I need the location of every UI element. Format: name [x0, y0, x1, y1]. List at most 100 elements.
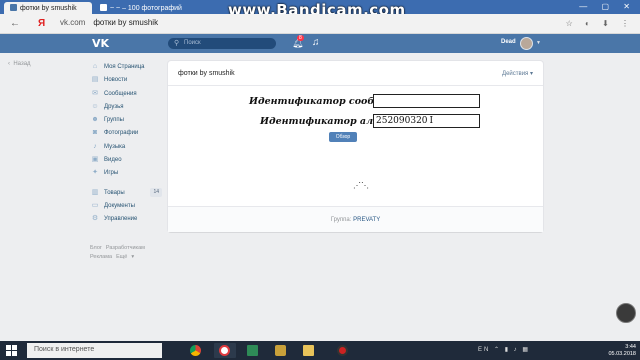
- menu-item-music[interactable]: ♪ Музыка: [90, 142, 162, 155]
- yandex-browser-icon[interactable]: [214, 343, 236, 358]
- vk-favicon-icon: [100, 4, 107, 11]
- back-arrow-icon[interactable]: ←: [10, 18, 20, 29]
- system-tray-icons[interactable]: EN ⌃ ▮ ♪ ▦: [478, 346, 530, 353]
- actions-label: Действия: [502, 71, 529, 77]
- notification-badge: 8: [297, 35, 304, 41]
- record-icon[interactable]: [332, 343, 354, 358]
- footer-link-ads[interactable]: Реклама: [90, 254, 112, 260]
- menu-footer: Блог Разработчикам Реклама Ещё ▾: [90, 244, 164, 262]
- album-id-input[interactable]: 252090320 I: [373, 114, 480, 128]
- documents-icon: ▭: [91, 201, 99, 209]
- browser-tab-active[interactable]: фотки by smushik: [4, 2, 92, 14]
- goods-icon: ▥: [91, 188, 99, 196]
- menu-item-goods[interactable]: ▥ Товары 14: [90, 187, 162, 201]
- browser-tab[interactable]: ~ ~ – 100 фотографий: [94, 2, 186, 14]
- clock[interactable]: 3:44 05.03.2018: [608, 344, 636, 358]
- actions-dropdown[interactable]: Действия ▾: [502, 70, 533, 77]
- group-link[interactable]: PREVATY: [353, 217, 380, 223]
- chevron-down-icon: ▾: [131, 254, 135, 260]
- home-icon: ⌂: [92, 63, 98, 70]
- menu-item-friends[interactable]: ☺ Друзья: [90, 102, 162, 115]
- menu-label: Музыка: [104, 143, 126, 150]
- footer-link-blog[interactable]: Блог: [90, 245, 102, 251]
- footer-prefix: Группа:: [330, 217, 352, 223]
- language-indicator[interactable]: EN: [478, 347, 490, 353]
- menu-label: Группы: [104, 117, 124, 124]
- search-input[interactable]: ⚲ Поиск: [168, 38, 276, 49]
- url-domain: vk.com: [60, 18, 86, 27]
- card-header: фотки by smushik Действия ▾: [168, 61, 543, 86]
- menu-item-groups[interactable]: ☻ Группы: [90, 115, 162, 128]
- goods-count-badge: 14: [150, 187, 162, 197]
- menu-item-my-page[interactable]: ⌂ Моя Страница: [90, 62, 162, 75]
- clock-date: 05.03.2018: [608, 351, 636, 357]
- search-icon: ⚲: [174, 40, 180, 47]
- taskbar-search-input[interactable]: Поиск в интернете: [27, 343, 162, 358]
- news-icon: ▤: [91, 76, 99, 84]
- browse-button[interactable]: Обзор: [329, 132, 357, 142]
- clock-time: 3:44: [625, 344, 636, 350]
- friends-icon: ☺: [91, 102, 99, 110]
- app-title: фотки by smushik: [178, 70, 235, 77]
- menu-label: Фотографии: [104, 130, 139, 137]
- browser-toolbar-icons[interactable]: ☆ ◐ ⬇ ⋮: [566, 19, 634, 28]
- menu-item-news[interactable]: ▤ Новости: [90, 75, 162, 88]
- taskbar: Поиск в интернете EN ⌃ ▮ ♪ ▦ 3:44 05.03.…: [0, 341, 640, 360]
- app-card: фотки by smushik Действия ▾ Идентификато…: [168, 61, 543, 232]
- url-field[interactable]: vk.com фотки by smushik: [60, 18, 158, 27]
- footer-link-developers[interactable]: Разработчикам: [106, 245, 145, 251]
- yandex-icon[interactable]: Я: [38, 18, 45, 29]
- tab-title: ~ ~ – 100 фотографий: [110, 5, 182, 12]
- text-cursor-icon: I: [429, 116, 434, 126]
- menu-item-manage[interactable]: ⚙ Управление: [90, 214, 162, 227]
- menu-label: Управление: [104, 216, 138, 223]
- menu-label: Товары: [104, 189, 125, 196]
- menu-label: Документы: [104, 202, 135, 209]
- floating-chat-avatar[interactable]: [616, 303, 636, 323]
- music-icon[interactable]: ♫: [312, 37, 320, 48]
- menu-label: Игры: [104, 170, 119, 177]
- games-icon: ✦: [92, 169, 98, 177]
- windows-start-icon[interactable]: [6, 345, 17, 356]
- menu-label: Моя Страница: [104, 64, 145, 70]
- chevron-down-icon: ▾: [529, 71, 533, 77]
- groups-icon: ☻: [91, 116, 99, 124]
- username[interactable]: Dead: [501, 39, 516, 45]
- app-icon[interactable]: [270, 343, 292, 358]
- chevron-down-icon[interactable]: ▼: [536, 40, 541, 46]
- music-icon: ♪: [93, 142, 97, 150]
- media-icon[interactable]: [242, 343, 264, 358]
- chrome-icon[interactable]: [185, 343, 207, 358]
- bell-icon[interactable]: 🔔︎ 8: [292, 35, 304, 49]
- avatar[interactable]: [520, 37, 533, 50]
- window-controls[interactable]: — ▢ ✕: [579, 2, 636, 11]
- menu-item-games[interactable]: ✦ Игры: [90, 168, 162, 181]
- vk-header: VK ⚲ Поиск 🔔︎ 8 ♫ Dead ▼: [0, 34, 640, 53]
- card-footer: Группа: PREVATY: [168, 206, 543, 232]
- back-link-label: Назад: [13, 61, 31, 67]
- footer-link-more[interactable]: Ещё: [116, 254, 127, 260]
- menu-label: Друзья: [104, 103, 124, 110]
- vk-logo[interactable]: VK: [92, 37, 109, 50]
- address-bar: ← Я vk.com фотки by smushik ☆ ◐ ⬇ ⋮: [0, 14, 640, 34]
- left-menu: ⌂ Моя Страница ▤ Новости ✉ Сообщения ☺ Друзь…: [90, 62, 162, 228]
- menu-item-video[interactable]: ▣ Видео: [90, 155, 162, 168]
- menu-item-documents[interactable]: ▭ Документы: [90, 201, 162, 214]
- video-icon: ▣: [91, 156, 99, 164]
- menu-item-photos[interactable]: ◙ Фотографии: [90, 128, 162, 141]
- browser-tab-strip: фотки by smushik ~ ~ – 100 фотографий ww…: [0, 0, 640, 19]
- menu-item-messages[interactable]: ✉ Сообщения: [90, 89, 162, 102]
- community-id-input[interactable]: [373, 94, 480, 108]
- manage-icon: ⚙: [91, 215, 99, 223]
- loading-indicator: ⋰⋱: [353, 181, 369, 190]
- vk-favicon-icon: [10, 4, 17, 11]
- folder-icon[interactable]: [298, 343, 320, 358]
- menu-label: Видео: [104, 157, 122, 164]
- messages-icon: ✉: [92, 89, 98, 97]
- back-link[interactable]: ‹ Назад: [8, 61, 31, 67]
- menu-label: Сообщения: [104, 90, 137, 97]
- menu-label: Новости: [104, 77, 128, 84]
- album-id-value: 252090320: [376, 116, 428, 126]
- tab-title: фотки by smushik: [20, 5, 77, 12]
- photos-icon: ◙: [92, 129, 98, 137]
